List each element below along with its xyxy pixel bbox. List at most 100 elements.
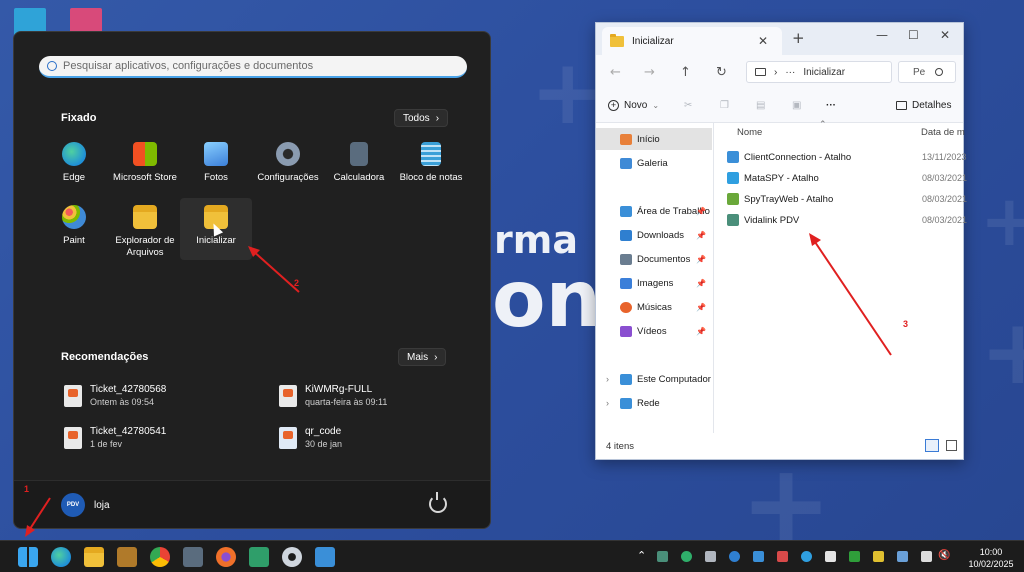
chevron-up-icon[interactable]: ⌃ [637, 549, 646, 562]
app-edge[interactable]: Edge [38, 142, 110, 184]
tray-icon[interactable] [873, 551, 884, 562]
tray-icon[interactable] [753, 551, 764, 562]
app-microsoft-store[interactable]: Microsoft Store [109, 142, 181, 184]
path-field[interactable]: › ··· Inicializar [746, 61, 892, 83]
tray-icon[interactable] [801, 551, 812, 562]
all-apps-button[interactable]: Todos › [394, 109, 449, 127]
edge-icon [62, 142, 86, 166]
tray-icon[interactable] [897, 551, 908, 562]
chevron-right-icon[interactable]: › [606, 398, 609, 408]
back-icon[interactable]: ← [610, 65, 621, 80]
explorer-search-input[interactable]: Pe [898, 61, 956, 83]
cut-icon[interactable]: ✂ [684, 100, 692, 111]
archive-icon[interactable] [117, 547, 137, 567]
calculator-icon[interactable] [183, 547, 203, 567]
column-header-date[interactable]: Data de m [921, 127, 965, 138]
nav-label: Imagens [637, 277, 674, 289]
up-icon[interactable]: ↑ [680, 65, 691, 80]
recommendation-item[interactable]: Ticket_42780568 Ontem às 09:54 [64, 384, 166, 407]
tray-icon[interactable] [825, 551, 836, 562]
folder-icon[interactable] [84, 547, 104, 567]
file-row[interactable]: SpyTrayWeb - Atalho 08/03/2021 [727, 189, 967, 209]
refresh-icon[interactable]: ↻ [716, 65, 727, 80]
avatar[interactable]: PDV [61, 493, 85, 517]
tray-icon[interactable] [657, 551, 668, 562]
annotation-arrow-3 [809, 233, 892, 356]
search-icon [935, 68, 944, 76]
firefox-icon[interactable] [216, 547, 236, 567]
app-icon[interactable] [249, 547, 269, 567]
windows-start-icon[interactable] [18, 547, 38, 567]
details-view-icon[interactable] [925, 439, 939, 452]
app-explorador-de-arquivos[interactable]: Explorador de Arquivos [109, 205, 181, 259]
nav-item-rede[interactable]: › Rede [596, 392, 712, 414]
tray-icon[interactable] [681, 551, 692, 562]
close-tab-icon[interactable]: ✕ [758, 34, 768, 48]
search-input[interactable]: Pesquisar aplicativos, configurações e d… [39, 56, 467, 78]
new-tab-icon[interactable]: + [792, 29, 805, 47]
new-button[interactable]: + Novo ⌄ [608, 100, 659, 111]
rename-icon[interactable]: ▣ [792, 100, 801, 111]
plus-circle-icon: + [608, 100, 619, 111]
brazil-flag-icon[interactable] [849, 551, 860, 562]
close-icon[interactable]: ✕ [940, 28, 950, 42]
file-date: 08/03/2021 [922, 215, 968, 225]
path-segment[interactable]: Inicializar [803, 67, 845, 78]
recommendation-item[interactable]: Ticket_42780541 1 de fev [64, 426, 166, 449]
tray-icon[interactable] [777, 551, 788, 562]
app-bloco-de-notas[interactable]: Bloco de notas [395, 142, 467, 184]
shortcut-icon [727, 151, 739, 163]
chrome-icon[interactable] [150, 547, 170, 567]
more-options-icon[interactable]: ··· [826, 100, 836, 111]
nav-item-este-computador[interactable]: › Este Computador [596, 368, 712, 390]
rec-time: 1 de fev [90, 439, 123, 449]
details-button[interactable]: Detalhes [896, 100, 951, 111]
power-icon[interactable] [429, 492, 447, 513]
gear-icon[interactable] [282, 547, 302, 567]
chevron-right-icon[interactable]: › [606, 374, 609, 384]
tiles-view-icon[interactable] [946, 440, 957, 451]
column-header-name[interactable]: Nome [737, 127, 762, 138]
wallpaper-plus: + [980, 300, 1024, 405]
monitor-app-icon[interactable] [315, 547, 335, 567]
nav-item-area-de-trabalho[interactable]: Área de Trabalho 📌 [596, 200, 712, 222]
file-date: 08/03/2021 [922, 194, 968, 204]
file-row[interactable]: MataSPY - Atalho 08/03/2021 [727, 168, 967, 188]
app-configuracoes[interactable]: Configurações [252, 142, 324, 184]
nav-item-videos[interactable]: Vídeos 📌 [596, 320, 712, 342]
shortcut-icon [727, 172, 739, 184]
shortcut-icon [727, 214, 739, 226]
forward-icon[interactable]: → [644, 65, 655, 80]
maximize-icon[interactable]: ☐ [908, 28, 919, 42]
file-row[interactable]: ClientConnection - Atalho 13/11/2023 [727, 147, 966, 167]
tab-inicializar[interactable]: Inicializar ✕ [602, 27, 782, 55]
nav-item-musicas[interactable]: Músicas 📌 [596, 296, 712, 318]
copy-icon[interactable]: ❐ [720, 100, 729, 111]
more-button[interactable]: Mais › [398, 348, 447, 366]
network-icon[interactable] [921, 551, 932, 562]
edge-icon[interactable] [51, 547, 71, 567]
paste-icon[interactable]: ▤ [756, 100, 765, 111]
clock[interactable]: 10:00 10/02/2025 [962, 546, 1020, 570]
app-label: Edge [62, 172, 86, 183]
more-path-icon[interactable]: ··· [785, 67, 795, 78]
user-name[interactable]: loja [94, 500, 110, 511]
printer-icon[interactable] [705, 551, 716, 562]
annotation-label-3: 3 [903, 319, 909, 329]
nav-item-downloads[interactable]: Downloads 📌 [596, 224, 712, 246]
recommendation-item[interactable]: qr_code 30 de jan [279, 426, 342, 449]
nav-label: Downloads [637, 229, 684, 241]
minimize-icon[interactable]: — [876, 28, 888, 42]
volume-muted-icon[interactable]: 🔇 [938, 550, 950, 561]
file-row[interactable]: Vidalink PDV 08/03/2021 [727, 210, 967, 230]
nav-item-inicio[interactable]: Início [596, 128, 712, 150]
nav-item-documentos[interactable]: Documentos 📌 [596, 248, 712, 270]
bluetooth-icon[interactable] [729, 551, 740, 562]
nav-item-imagens[interactable]: Imagens 📌 [596, 272, 712, 294]
app-paint[interactable]: Paint [38, 205, 110, 247]
recommendation-item[interactable]: KiWMRg-FULL quarta-feira às 09:11 [279, 384, 387, 407]
app-calculadora[interactable]: Calculadora [323, 142, 395, 184]
home-icon [620, 133, 632, 145]
nav-item-galeria[interactable]: Galeria [596, 152, 712, 174]
app-fotos[interactable]: Fotos [180, 142, 252, 184]
